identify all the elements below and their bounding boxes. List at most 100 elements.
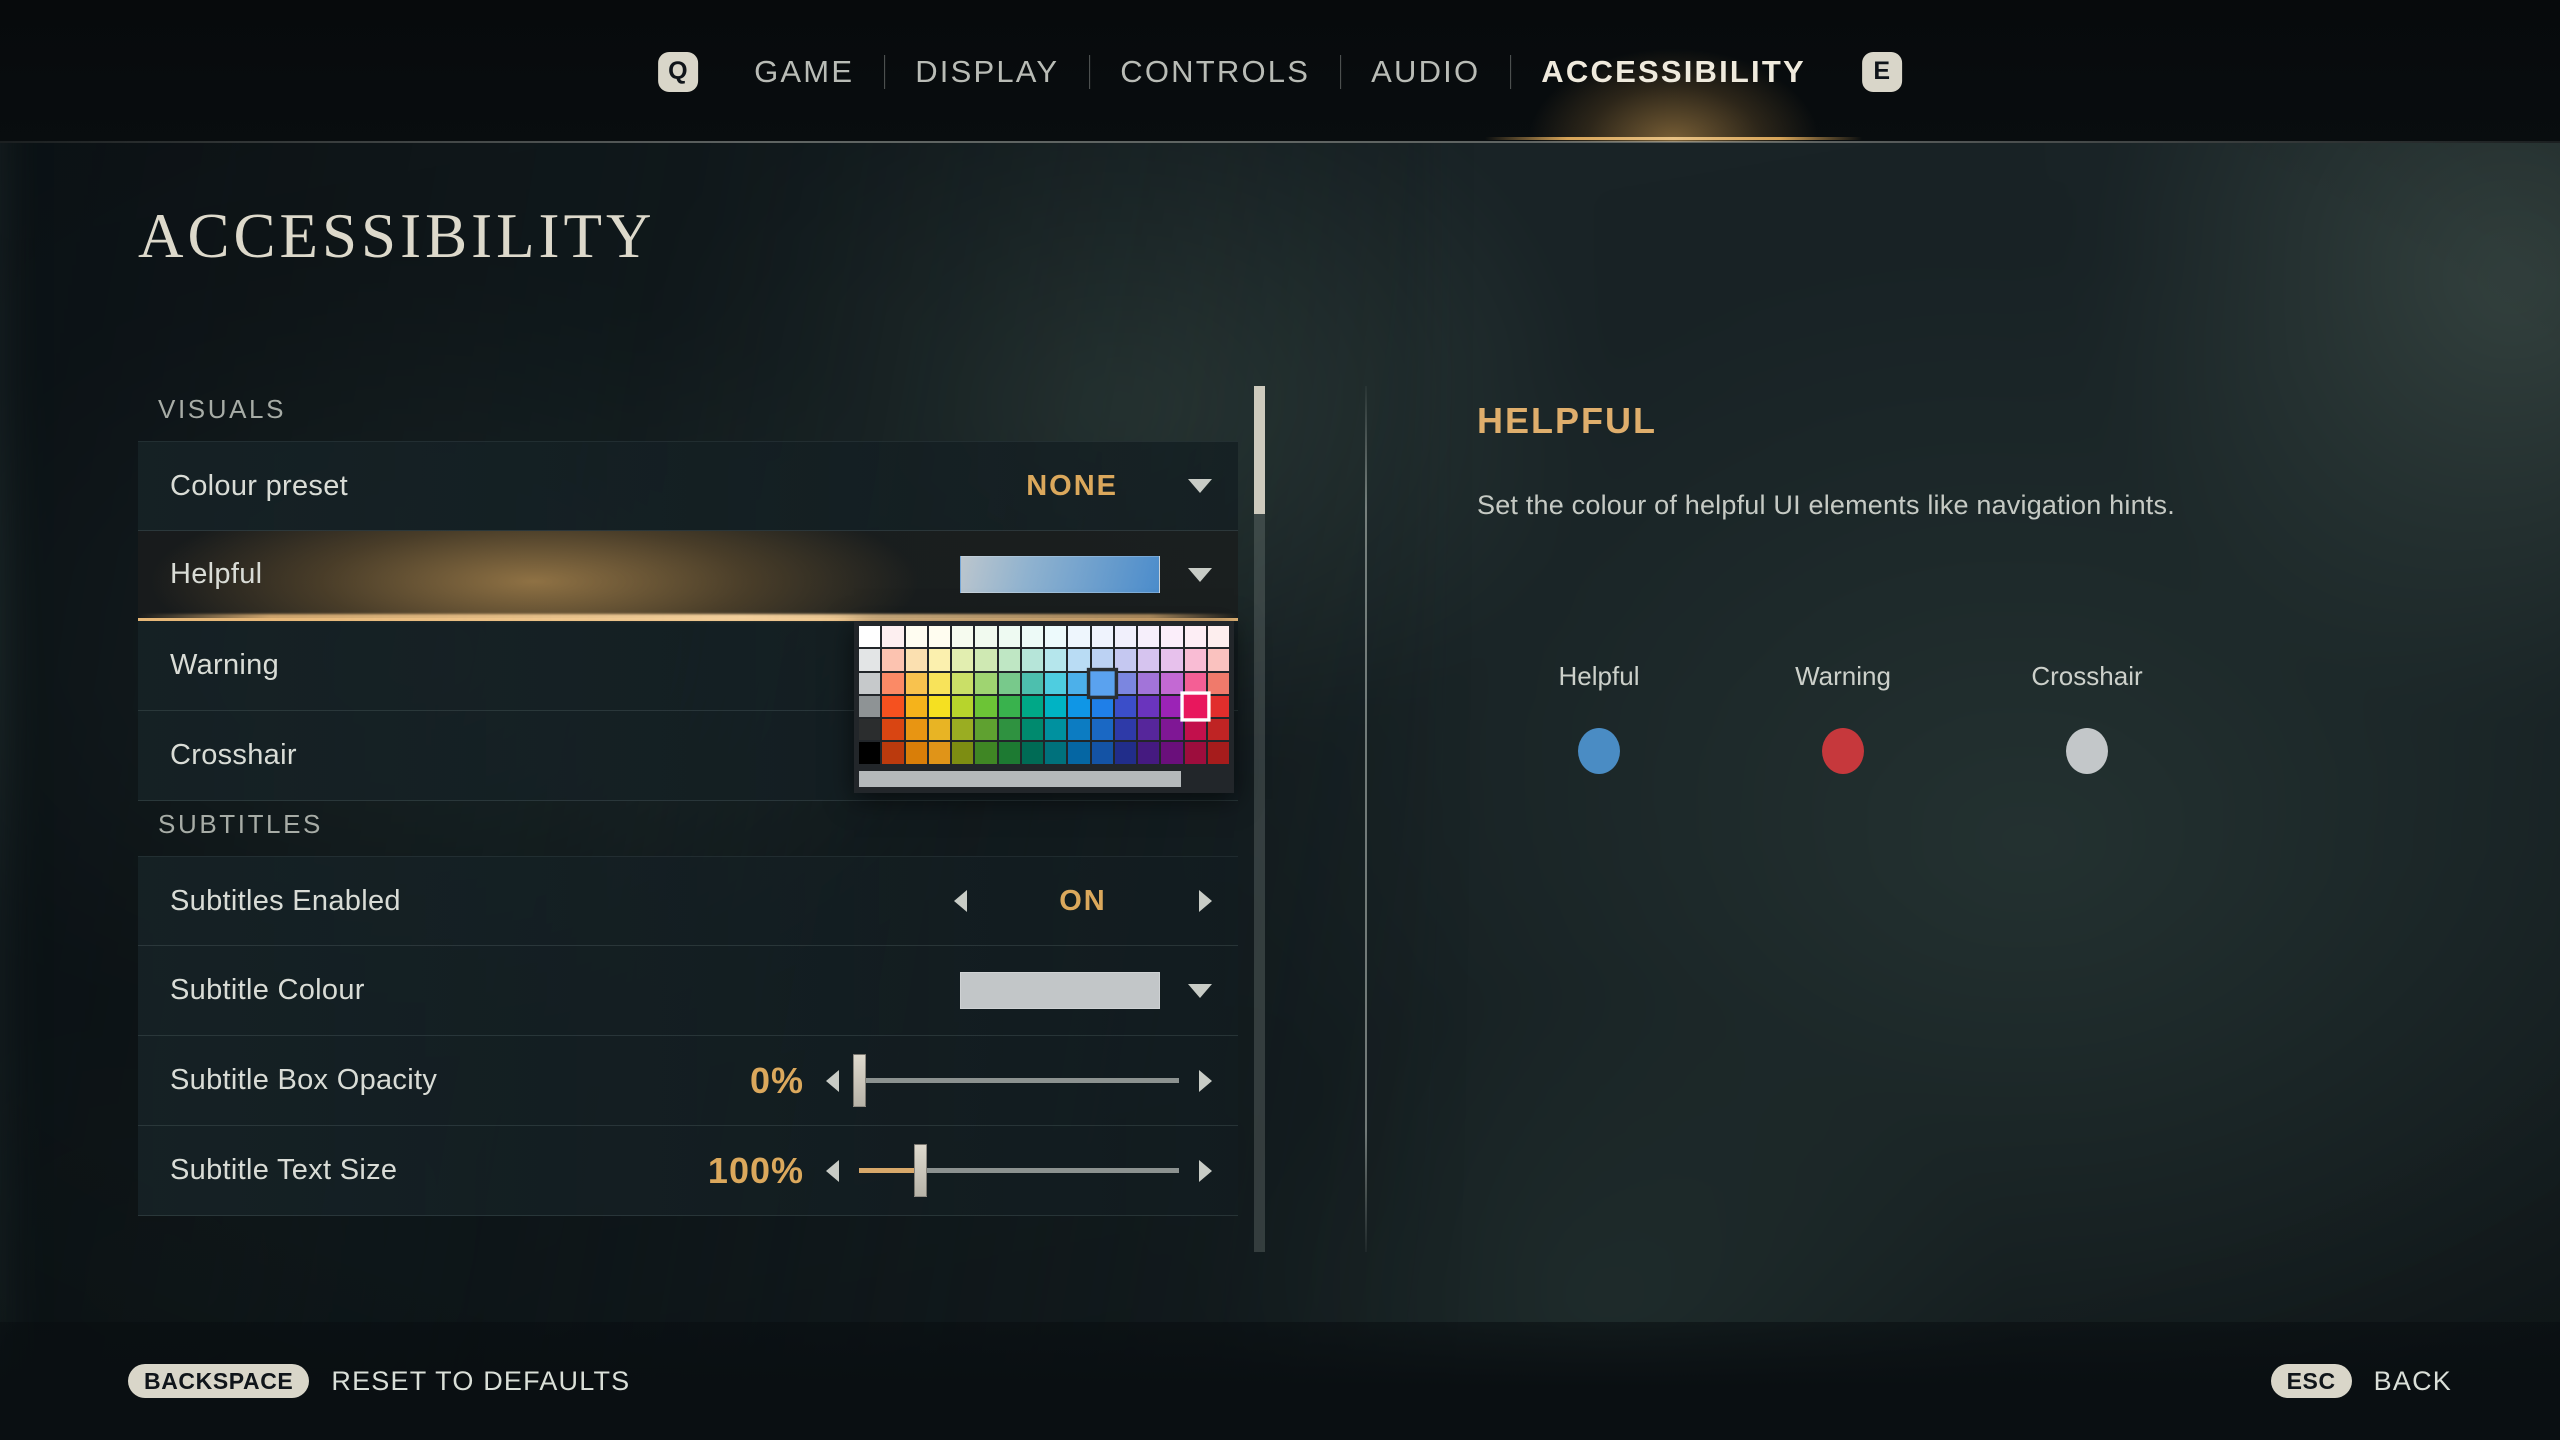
colour-swatch-cell[interactable] <box>1114 695 1136 717</box>
colour-swatch-cell[interactable] <box>1161 742 1183 764</box>
colour-swatch-cell[interactable] <box>905 719 927 741</box>
colour-swatch-cell[interactable] <box>1183 694 1208 719</box>
colour-swatch-cell[interactable] <box>1114 742 1136 764</box>
colour-swatch[interactable] <box>960 972 1160 1009</box>
colour-swatch-cell[interactable] <box>998 742 1020 764</box>
colour-swatch-cell[interactable] <box>1138 719 1160 741</box>
colour-swatch-cell[interactable] <box>1045 719 1067 741</box>
colour-swatch-cell[interactable] <box>1021 695 1043 717</box>
slider-increase-arrow-icon[interactable] <box>1199 1069 1212 1092</box>
setting-control[interactable]: NONE <box>1026 470 1238 503</box>
setting-row-subtitle-colour[interactable]: Subtitle Colour <box>138 946 1238 1036</box>
colour-swatch-cell[interactable] <box>928 719 950 741</box>
tab-display[interactable]: DISPLAY <box>885 28 1089 116</box>
slider-thumb[interactable] <box>913 1144 927 1197</box>
back-hint[interactable]: ESC BACK <box>2270 1364 2452 1398</box>
colour-swatch-cell[interactable] <box>1021 672 1043 694</box>
colour-swatch-cell[interactable] <box>1161 649 1183 671</box>
colour-swatch-cell[interactable] <box>905 695 927 717</box>
colour-swatch-cell[interactable] <box>1068 626 1090 648</box>
slider-decrease-arrow-icon[interactable] <box>826 1159 839 1182</box>
prev-tab-key-q[interactable]: Q <box>658 51 699 92</box>
scrollbar-thumb[interactable] <box>1254 386 1265 514</box>
colour-swatch-cell[interactable] <box>952 695 974 717</box>
colour-swatch-cell[interactable] <box>1138 695 1160 717</box>
tab-audio[interactable]: AUDIO <box>1341 28 1510 116</box>
colour-swatch-grid[interactable] <box>859 626 1229 764</box>
colour-swatch-cell[interactable] <box>1045 742 1067 764</box>
tab-game[interactable]: GAME <box>724 28 884 116</box>
colour-swatch-cell[interactable] <box>1091 742 1113 764</box>
colour-swatch-cell[interactable] <box>1114 719 1136 741</box>
chevron-down-icon[interactable] <box>1188 983 1212 998</box>
colour-swatch-cell[interactable] <box>1045 695 1067 717</box>
colour-swatch-cell[interactable] <box>1207 649 1229 671</box>
colour-swatch-cell[interactable] <box>1161 672 1183 694</box>
colour-swatch-cell[interactable] <box>905 649 927 671</box>
colour-swatch-cell[interactable] <box>1045 626 1067 648</box>
colour-swatch-cell[interactable] <box>1138 742 1160 764</box>
colour-swatch-cell[interactable] <box>975 719 997 741</box>
setting-row-subtitle-text-size[interactable]: Subtitle Text Size 100% <box>138 1126 1238 1216</box>
setting-row-subtitle-box-opacity[interactable]: Subtitle Box Opacity 0% <box>138 1036 1238 1126</box>
colour-swatch-cell[interactable] <box>1045 672 1067 694</box>
colour-swatch-cell[interactable] <box>1138 672 1160 694</box>
colour-swatch-cell[interactable] <box>1207 695 1229 717</box>
tab-accessibility[interactable]: ACCESSIBILITY <box>1485 28 1862 142</box>
setting-control[interactable]: ON <box>954 885 1238 918</box>
colour-swatch-cell[interactable] <box>1021 742 1043 764</box>
slider-control[interactable]: 0% <box>634 1054 1212 1107</box>
colour-swatch-cell[interactable] <box>882 742 904 764</box>
next-tab-key-e[interactable]: E <box>1861 51 1902 92</box>
colour-swatch-cell[interactable] <box>1138 649 1160 671</box>
setting-control[interactable]: 0% <box>634 1054 1238 1107</box>
colour-swatch-cell[interactable] <box>998 719 1020 741</box>
colour-swatch-cell[interactable] <box>1184 649 1206 671</box>
slider-track[interactable] <box>859 1144 1179 1197</box>
colour-swatch-cell[interactable] <box>928 649 950 671</box>
colour-swatch-cell[interactable] <box>1091 626 1113 648</box>
colour-swatch-cell[interactable] <box>1045 649 1067 671</box>
tab-controls[interactable]: CONTROLS <box>1090 28 1340 116</box>
stepper-prev-arrow-icon[interactable] <box>954 890 967 912</box>
setting-row-subtitles-enabled[interactable]: Subtitles Enabled ON <box>138 856 1238 946</box>
colour-swatch-cell[interactable] <box>1161 719 1183 741</box>
colour-swatch-cell[interactable] <box>928 742 950 764</box>
setting-control[interactable] <box>960 972 1238 1009</box>
colour-swatch-cell[interactable] <box>859 672 881 694</box>
colour-swatch-cell[interactable] <box>859 742 881 764</box>
colour-swatch-cell[interactable] <box>1091 649 1113 671</box>
colour-swatch-cell[interactable] <box>1068 672 1090 694</box>
colour-swatch-cell[interactable] <box>975 626 997 648</box>
stepper-next-arrow-icon[interactable] <box>1199 890 1212 912</box>
colour-swatch-cell[interactable] <box>1114 626 1136 648</box>
colour-swatch-cell[interactable] <box>1138 626 1160 648</box>
colour-swatch-cell[interactable] <box>928 626 950 648</box>
colour-picker-popup[interactable] <box>854 621 1234 793</box>
colour-swatch-cell[interactable] <box>928 672 950 694</box>
colour-swatch-cell[interactable] <box>1161 695 1183 717</box>
colour-swatch-cell[interactable] <box>952 742 974 764</box>
colour-swatch-cell[interactable] <box>952 719 974 741</box>
setting-control[interactable]: 100% <box>634 1144 1238 1197</box>
colour-swatch-cell[interactable] <box>1021 626 1043 648</box>
setting-row-colour-preset[interactable]: Colour preset NONE <box>138 441 1238 531</box>
colour-swatch-cell[interactable] <box>998 695 1020 717</box>
colour-swatch-cell[interactable] <box>1089 670 1115 696</box>
colour-swatch-cell[interactable] <box>998 626 1020 648</box>
colour-swatch-cell[interactable] <box>952 649 974 671</box>
colour-swatch-cell[interactable] <box>1068 649 1090 671</box>
colour-swatch-cell[interactable] <box>1114 672 1136 694</box>
colour-swatch-cell[interactable] <box>1091 695 1113 717</box>
colour-swatch-cell[interactable] <box>975 672 997 694</box>
setting-control[interactable] <box>960 556 1238 593</box>
colour-swatch-cell[interactable] <box>1068 719 1090 741</box>
colour-swatch-cell[interactable] <box>998 672 1020 694</box>
colour-swatch-cell[interactable] <box>1207 719 1229 741</box>
colour-swatch-cell[interactable] <box>859 626 881 648</box>
colour-swatch-cell[interactable] <box>882 649 904 671</box>
colour-swatch-cell[interactable] <box>882 719 904 741</box>
slider-control[interactable]: 100% <box>634 1144 1212 1197</box>
colour-swatch-cell[interactable] <box>1207 672 1229 694</box>
colour-swatch-cell[interactable] <box>1068 695 1090 717</box>
